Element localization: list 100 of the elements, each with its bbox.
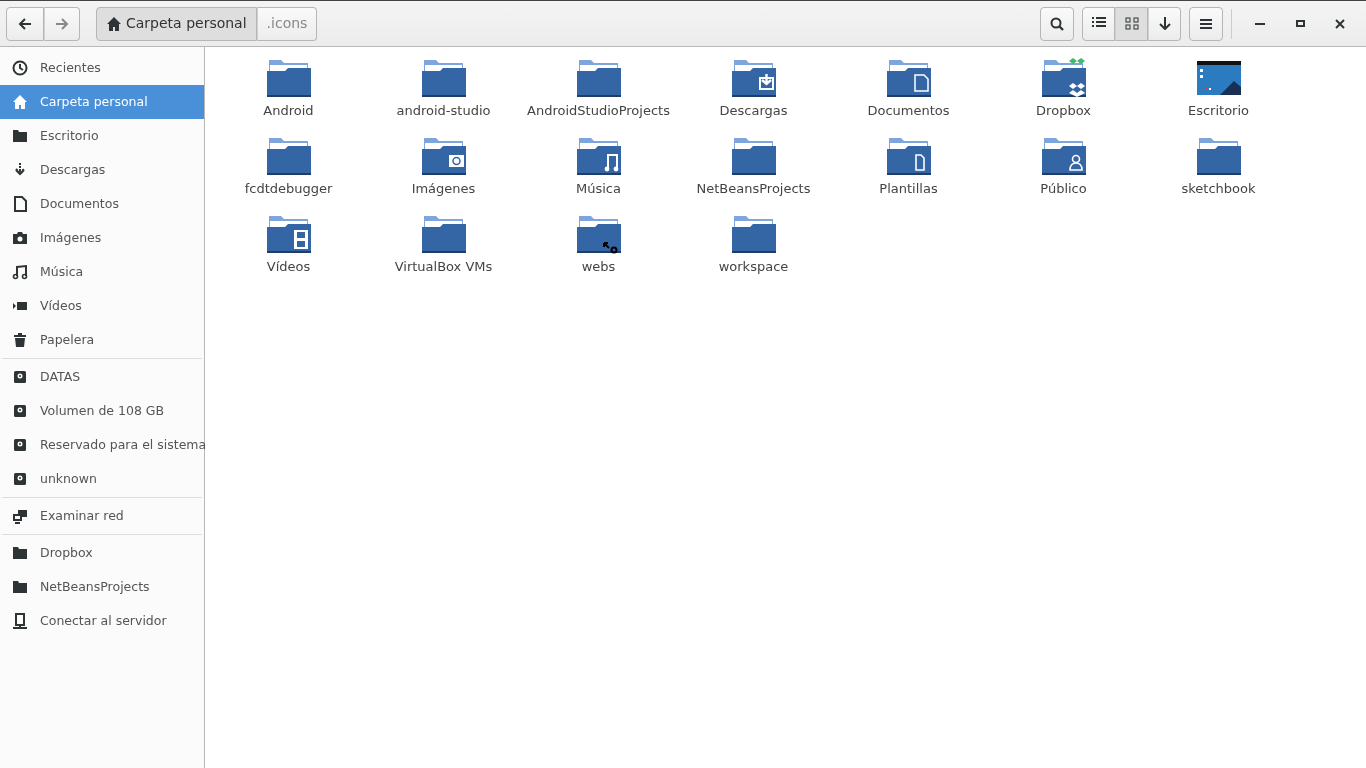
folder-icon	[730, 135, 777, 176]
minimize-icon	[1255, 22, 1265, 25]
sidebar-item[interactable]: Volumen de 108 GB	[0, 394, 204, 428]
file-name: sketchbook	[1181, 180, 1256, 198]
file-item[interactable]: Plantillas	[831, 135, 986, 213]
drive-icon	[12, 437, 28, 453]
menu-icon	[1200, 18, 1212, 29]
folder-with-link-icon	[575, 213, 622, 254]
file-name: NetBeansProjects	[696, 180, 811, 198]
drive-icon	[12, 471, 28, 487]
folder-icon	[12, 579, 28, 595]
folder-with-dropbox-icon	[1040, 57, 1087, 98]
folder-with-camera-icon	[420, 135, 467, 176]
file-item[interactable]: NetBeansProjects	[676, 135, 831, 213]
close-icon	[1335, 18, 1345, 29]
folder-icon	[265, 57, 312, 98]
sidebar-item[interactable]: Examinar red	[0, 499, 204, 533]
sidebar-item[interactable]: Reservado para el sistema	[0, 428, 204, 462]
sidebar-item[interactable]: Dropbox	[0, 536, 204, 570]
file-name: Vídeos	[266, 258, 311, 276]
file-name: Público	[1040, 180, 1087, 198]
drive-icon	[12, 369, 28, 385]
folder-with-music-note-icon	[575, 135, 622, 176]
sidebar-item[interactable]: NetBeansProjects	[0, 570, 204, 604]
sidebar-item[interactable]: Papelera	[0, 323, 204, 357]
file-name: VirtualBox VMs	[394, 258, 493, 276]
trash-icon	[12, 332, 28, 348]
search-button[interactable]	[1040, 6, 1074, 41]
sidebar-item[interactable]: Música	[0, 255, 204, 289]
folder-icon	[420, 57, 467, 98]
file-item[interactable]: Descargas	[676, 57, 831, 135]
folder-icon	[575, 57, 622, 98]
sidebar-item[interactable]: Descargas	[0, 153, 204, 187]
file-item[interactable]: Escritorio	[1141, 57, 1296, 135]
file-item[interactable]: Música	[521, 135, 676, 213]
folder-with-page-icon	[885, 135, 932, 176]
folder-icon	[12, 128, 28, 144]
sidebar-item[interactable]: Conectar al servidor	[0, 604, 204, 638]
file-name: Música	[576, 180, 621, 198]
folder-with-download-icon	[730, 57, 777, 98]
folder-with-document-icon	[885, 57, 932, 98]
home-icon	[12, 94, 28, 110]
file-item[interactable]: fcdtdebugger	[211, 135, 366, 213]
file-name: Dropbox	[1036, 102, 1091, 120]
file-name: AndroidStudioProjects	[527, 102, 670, 120]
file-item[interactable]: android-studio	[366, 57, 521, 135]
left-arrow-icon	[18, 16, 32, 31]
file-item[interactable]: Imágenes	[366, 135, 521, 213]
folder-icon	[730, 213, 777, 254]
file-item[interactable]: AndroidStudioProjects	[521, 57, 676, 135]
menu-button[interactable]	[1189, 6, 1223, 41]
maximize-icon	[1295, 20, 1305, 27]
grid-icon	[1124, 17, 1139, 30]
file-name: fcdtdebugger	[244, 180, 333, 198]
folder-with-film-icon	[265, 213, 312, 254]
file-name: webs	[581, 258, 616, 276]
sidebar-item[interactable]: Recientes	[0, 51, 204, 85]
file-item[interactable]: Vídeos	[211, 213, 366, 291]
download-icon	[12, 162, 28, 178]
path-segment[interactable]: Carpeta personal	[96, 6, 257, 41]
sidebar-item[interactable]: Escritorio	[0, 119, 204, 153]
file-name: Android	[263, 102, 314, 120]
sidebar-item[interactable]: Documentos	[0, 187, 204, 221]
sidebar-item[interactable]: Imágenes	[0, 221, 204, 255]
sidebar-item[interactable]: unknown	[0, 462, 204, 496]
folder-icon	[420, 213, 467, 254]
file-name: Descargas	[719, 102, 788, 120]
home-icon	[106, 15, 122, 32]
camera-icon	[12, 230, 28, 246]
music-note-icon	[12, 264, 28, 280]
list-view-button[interactable]	[1082, 6, 1115, 41]
folder-icon	[12, 545, 28, 561]
document-icon	[12, 196, 28, 212]
down-arrow-icon	[1157, 17, 1172, 30]
file-item[interactable]: VirtualBox VMs	[366, 213, 521, 291]
sidebar-item[interactable]: Vídeos	[0, 289, 204, 323]
file-name: Escritorio	[1187, 102, 1250, 120]
file-item[interactable]: Android	[211, 57, 366, 135]
network-icon	[12, 508, 28, 524]
list-icon	[1091, 17, 1106, 30]
folder-icon	[1195, 135, 1242, 176]
file-item[interactable]: webs	[521, 213, 676, 291]
file-item[interactable]: Público	[986, 135, 1141, 213]
file-item[interactable]: sketchbook	[1141, 135, 1296, 213]
file-name: Plantillas	[879, 180, 938, 198]
file-name: Documentos	[867, 102, 950, 120]
sort-button[interactable]	[1148, 6, 1181, 41]
back-button[interactable]	[6, 6, 44, 41]
file-name: workspace	[718, 258, 789, 276]
clock-icon	[12, 60, 28, 76]
drive-icon	[12, 403, 28, 419]
file-name: android-studio	[396, 102, 491, 120]
search-icon	[1050, 16, 1064, 31]
file-item[interactable]: Dropbox	[986, 57, 1141, 135]
file-name: Imágenes	[411, 180, 476, 198]
folder-icon	[265, 135, 312, 176]
file-item[interactable]: Documentos	[831, 57, 986, 135]
server-icon	[12, 613, 28, 629]
sidebar-item[interactable]: DATAS	[0, 360, 204, 394]
file-item[interactable]: workspace	[676, 213, 831, 291]
